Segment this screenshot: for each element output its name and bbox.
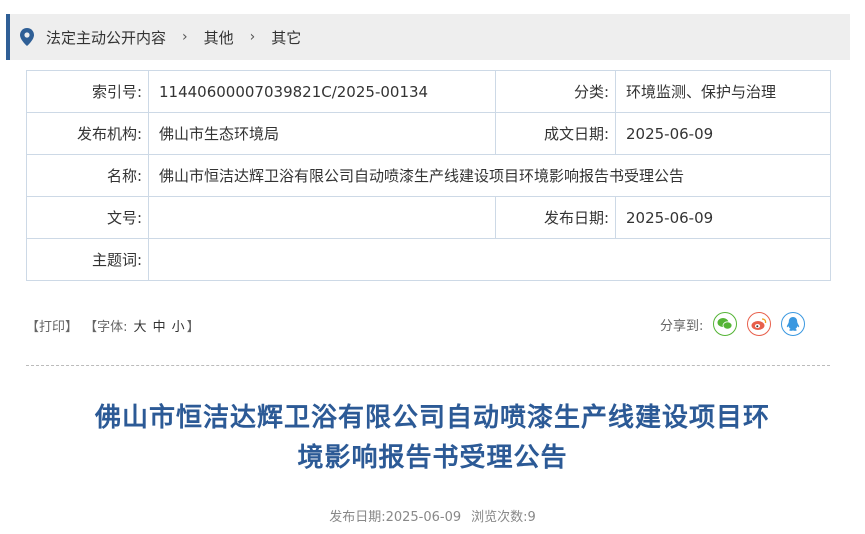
article-title-line-2: 境影响报告书受理公告 (297, 443, 568, 473)
index-value: 11440600007039821C/2025-00134 (148, 70, 496, 113)
share-bar: 分享到: (660, 312, 806, 336)
doc-date-value: 2025-06-09 (615, 112, 831, 155)
publisher-value: 佛山市生态环境局 (148, 112, 496, 155)
article-tools: 【打印】 【字体: 大中小】 (26, 316, 202, 335)
table-row: 名称: 佛山市恒洁达辉卫浴有限公司自动喷漆生产线建设项目环境影响报告书受理公告 (26, 154, 831, 197)
chevron-right-icon: › (249, 29, 256, 45)
table-row: 文号: 发布日期: 2025-06-09 (26, 196, 831, 239)
breadcrumb-item-other[interactable]: 其他 (204, 27, 234, 48)
font-size-small-button[interactable]: 小 (172, 320, 185, 335)
keywords-label: 主题词: (26, 238, 149, 281)
print-button[interactable]: 【打印】 (26, 320, 78, 335)
name-value: 佛山市恒洁达辉卫浴有限公司自动喷漆生产线建设项目环境影响报告书受理公告 (148, 154, 831, 197)
table-row: 索引号: 11440600007039821C/2025-00134 分类: 环… (26, 70, 831, 113)
publisher-label: 发布机构: (26, 112, 149, 155)
pub-date-value: 2025-06-09 (615, 196, 831, 239)
breadcrumb: 法定主动公开内容 › 其他 › 其它 (6, 14, 850, 60)
table-row: 发布机构: 佛山市生态环境局 成文日期: 2025-06-09 (26, 112, 831, 155)
keywords-value (148, 238, 831, 281)
name-label: 名称: (26, 154, 149, 197)
location-pin-icon (20, 28, 34, 46)
doc-number-value (148, 196, 496, 239)
breadcrumb-item-public-content[interactable]: 法定主动公开内容 (46, 27, 166, 48)
font-size-large-button[interactable]: 大 (134, 320, 147, 335)
pub-date-label: 发布日期: (495, 196, 616, 239)
article-title: 佛山市恒洁达辉卫浴有限公司自动喷漆生产线建设项目环 境影响报告书受理公告 (20, 398, 845, 478)
breadcrumb-item-current[interactable]: 其它 (271, 27, 301, 48)
font-size-medium-button[interactable]: 中 (153, 320, 166, 335)
font-size-prefix: 【字体: (84, 320, 128, 335)
doc-date-label: 成文日期: (495, 112, 616, 155)
index-label: 索引号: (26, 70, 149, 113)
divider (26, 365, 830, 366)
chevron-right-icon: › (182, 29, 188, 45)
doc-number-label: 文号: (26, 196, 149, 239)
document-info-table: 索引号: 11440600007039821C/2025-00134 分类: 环… (26, 70, 831, 281)
wechat-icon[interactable] (713, 312, 738, 336)
category-value: 环境监测、保护与治理 (615, 70, 831, 113)
table-row: 主题词: (26, 238, 831, 281)
weibo-icon[interactable] (747, 312, 772, 336)
font-size-suffix: 】 (186, 320, 200, 335)
article-title-line-1: 佛山市恒洁达辉卫浴有限公司自动喷漆生产线建设项目环 (94, 403, 770, 433)
publish-info: 发布日期:2025-06-09 浏览次数:9 (0, 506, 865, 525)
view-count: 浏览次数:9 (471, 510, 536, 525)
publish-date: 发布日期:2025-06-09 (329, 510, 462, 525)
category-label: 分类: (495, 70, 616, 113)
qq-icon[interactable] (781, 312, 806, 336)
share-label: 分享到: (660, 318, 704, 334)
